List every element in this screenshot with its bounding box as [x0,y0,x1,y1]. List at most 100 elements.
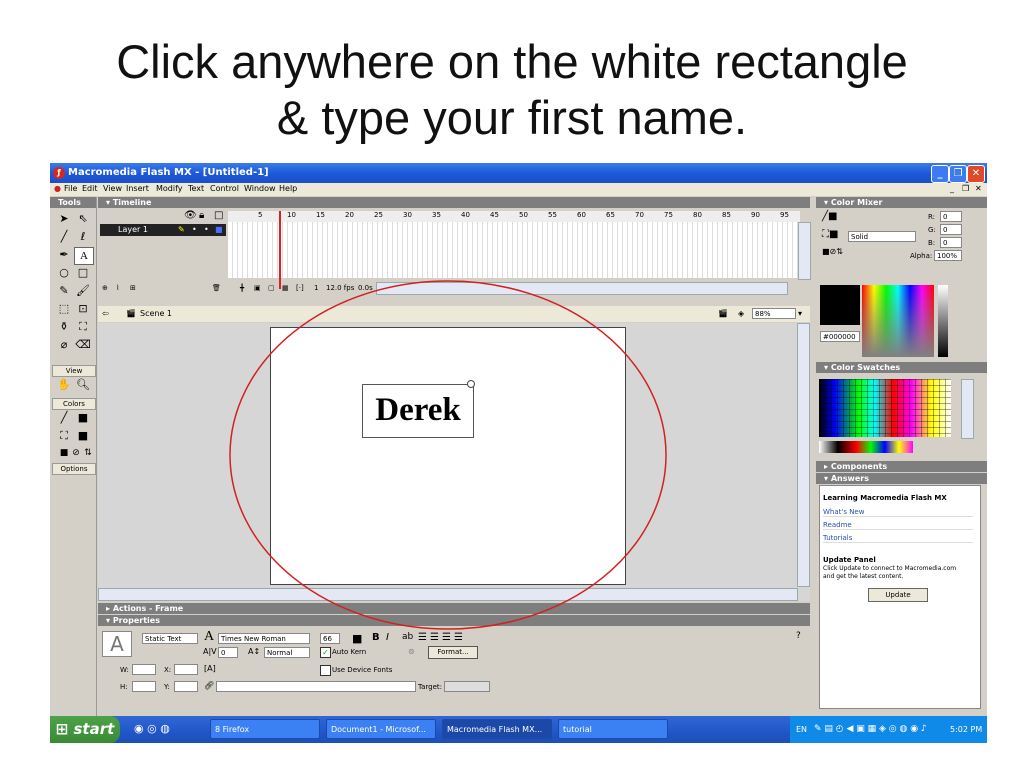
character-position-select[interactable]: Normal [264,647,310,658]
layer-outline-square[interactable]: ■ [215,224,223,236]
width-field[interactable] [132,664,156,675]
taskbar-item-word[interactable]: Document1 - Microsof... [326,719,436,739]
pen-tool-icon[interactable]: ✒ [55,247,73,263]
layer-visible-dot[interactable]: • [192,224,197,236]
taskbar-item-tutorial[interactable]: tutorial [558,719,668,739]
height-field[interactable] [132,681,156,692]
b-field[interactable]: 0 [940,237,962,248]
zoom-select[interactable]: 88% [752,308,796,319]
target-select[interactable] [444,681,490,692]
layer-row[interactable]: Layer 1 ✎ • • ■ [100,224,226,236]
rectangle-tool-icon[interactable]: □ [74,265,92,281]
doc-restore-button[interactable]: ❐ [962,184,969,193]
text-tool-icon[interactable]: A [74,247,94,265]
align-left-icon[interactable]: ☰ [418,632,427,643]
url-field[interactable] [216,681,416,692]
properties-header[interactable]: ▾ Properties [98,615,810,626]
lock-icon[interactable]: 🔒︎ [199,210,204,221]
font-size-field[interactable]: 66 [320,633,340,644]
y-field[interactable] [174,681,198,692]
onion-outline-icon[interactable]: ▢ [268,281,275,295]
timeline-hscroll[interactable] [376,282,788,295]
menu-file[interactable]: File [64,184,77,193]
trash-icon[interactable]: 🗑︎ [212,281,221,295]
edit-symbol-icon[interactable]: ◈ [738,306,744,322]
pencil-tool-icon[interactable]: ✎ [55,283,73,299]
stage-vscroll[interactable] [797,323,810,587]
text-resize-handle[interactable] [467,380,475,388]
paint-bucket-tool-icon[interactable]: ⛶ [74,319,92,335]
align-right-icon[interactable]: ☰ [442,632,451,643]
readme-link[interactable]: Readme [823,521,973,530]
actions-header[interactable]: ▸ Actions - Frame [98,603,810,614]
help-icon[interactable]: ? [796,631,801,641]
back-arrow-icon[interactable]: ⇦ [102,306,109,322]
ink-bottle-tool-icon[interactable]: ⚱ [55,319,73,335]
modify-markers-icon[interactable]: [·] [296,281,304,295]
color-mixer-header[interactable]: ▾ Color Mixer [816,197,987,208]
whats-new-link[interactable]: What's New [823,508,973,517]
stroke-color-swatch[interactable]: ■ [74,410,92,426]
fill-transform-tool-icon[interactable]: ⊡ [74,301,92,317]
r-field[interactable]: 0 [940,211,962,222]
zoom-dropdown-icon[interactable]: ▾ [798,306,802,322]
update-button[interactable]: Update [868,588,928,602]
oval-tool-icon[interactable]: ○ [55,265,73,281]
taskbar-item-firefox[interactable]: 8 Firefox [210,719,320,739]
swatch-grid[interactable] [819,379,951,437]
scene-name[interactable]: Scene 1 [140,306,172,322]
onion-skin-icon[interactable]: ▣ [254,281,261,295]
swap-colors-icon[interactable]: ⇅ [79,445,97,461]
components-header[interactable]: ▸ Components [816,461,987,472]
italic-button[interactable]: I [386,632,389,643]
justify-icon[interactable]: ☰ [454,632,463,643]
fill-color-swatch[interactable]: ■ [74,428,92,444]
mixer-fill-icon[interactable]: ⛶■ [822,229,838,240]
menu-view[interactable]: View [103,184,122,193]
subselect-tool-icon[interactable]: ⇖ [74,211,92,227]
stroke-color-icon[interactable]: ╱ [55,410,73,426]
quicklaunch-icons[interactable]: ◉ ◎ ◍ [134,722,170,735]
brightness-slider[interactable] [938,285,948,357]
tutorials-link[interactable]: Tutorials [823,534,973,543]
add-folder-icon[interactable]: ⊞ [130,281,136,295]
timeline-vscroll[interactable] [798,222,811,280]
frame-grid[interactable] [228,222,800,278]
swatch-vscroll[interactable] [961,379,974,439]
fill-style-select[interactable]: Solid [848,231,916,242]
menu-insert[interactable]: Insert [126,184,149,193]
hex-field[interactable]: #000000 [820,331,860,342]
menu-text[interactable]: Text [188,184,204,193]
doc-close-button[interactable]: ✕ [975,184,982,193]
maximize-button[interactable]: ❐ [949,165,967,183]
alpha-field[interactable]: 100% [934,250,962,261]
text-direction-icon[interactable]: ab [402,632,413,642]
menu-window[interactable]: Window [244,184,276,193]
add-layer-icon[interactable]: ⊕ [102,281,108,295]
arrow-tool-icon[interactable]: ➤ [55,211,73,227]
tracking-field[interactable]: 0 [218,647,238,658]
add-guide-icon[interactable]: ⌇ [116,281,119,295]
url-link-icon[interactable]: ⊚ [408,647,415,656]
x-field[interactable] [174,664,198,675]
window-titlebar[interactable]: ƒ Macromedia Flash MX - [Untitled-1] _ ❐… [50,163,987,183]
doc-minimize-button[interactable]: _ [950,184,954,193]
layer-lock-dot[interactable]: • [204,224,209,236]
menu-control[interactable]: Control [210,184,239,193]
answers-header[interactable]: ▾ Answers [816,473,987,484]
eyedropper-tool-icon[interactable]: ⌀ [55,337,73,353]
edit-scene-icon[interactable]: 🎬︎ [718,306,728,322]
color-swatches-header[interactable]: ▾ Color Swatches [816,362,987,373]
gradient-swatches[interactable] [819,441,913,453]
close-button[interactable]: ✕ [967,165,985,183]
frame-ruler[interactable]: 5 10 15 20 25 30 35 40 45 50 55 60 65 70… [228,211,800,222]
hand-tool-icon[interactable]: ✋ [55,377,73,393]
lasso-tool-icon[interactable]: ℓ [74,229,92,245]
align-center-icon[interactable]: ☰ [430,632,439,643]
bold-button[interactable]: B [372,632,380,643]
mixer-swap-icons[interactable]: ■⊘⇅ [822,247,843,256]
format-button[interactable]: Format... [428,646,478,659]
start-button[interactable]: ⊞ start [50,716,120,743]
menu-help[interactable]: Help [279,184,297,193]
eye-icon[interactable]: 👁︎ [184,210,197,221]
